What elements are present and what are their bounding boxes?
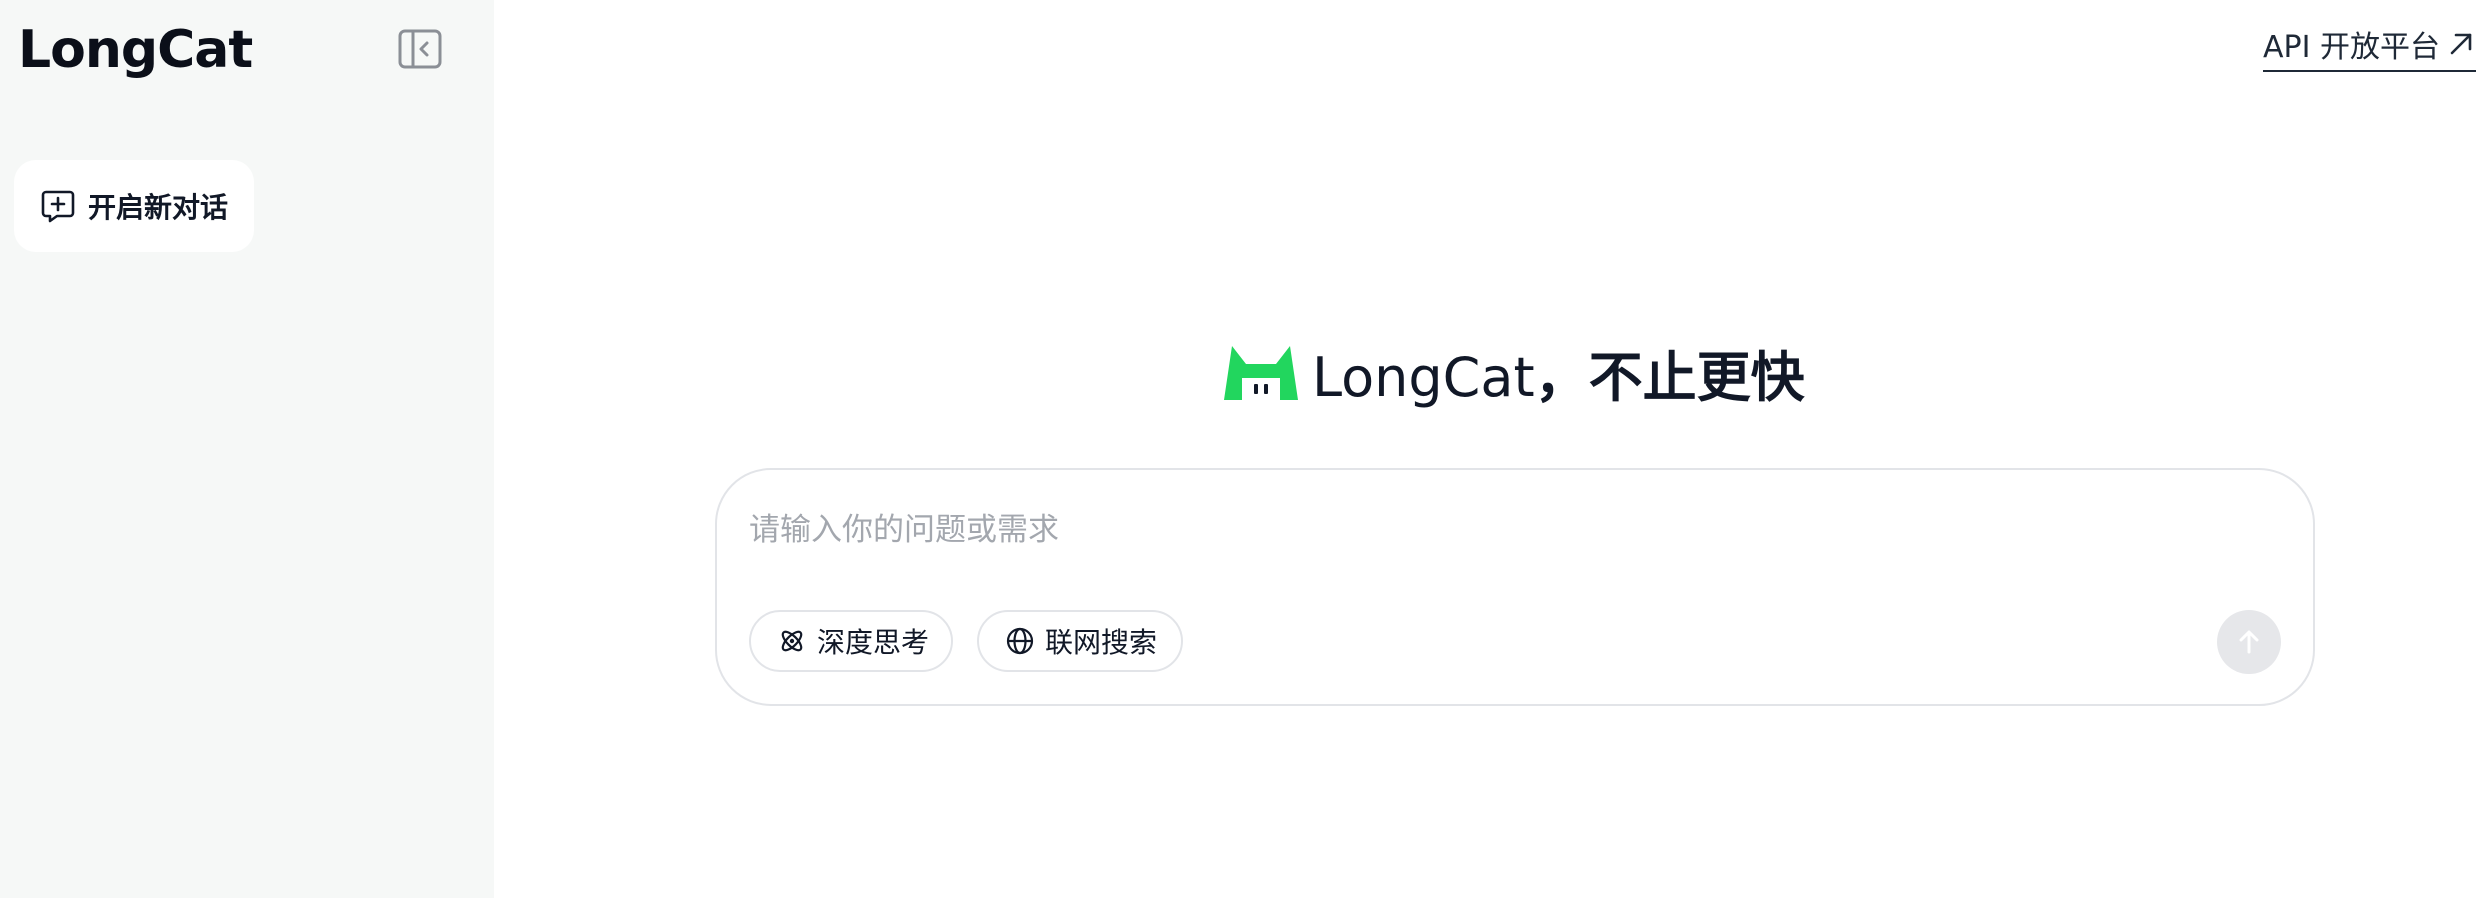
chat-plus-icon: [40, 188, 76, 224]
sidebar-collapse-button[interactable]: [396, 28, 444, 72]
web-search-toggle[interactable]: 联网搜索: [977, 610, 1183, 672]
prompt-input[interactable]: [749, 504, 2149, 564]
hero-title: LongCat，不止更快: [1312, 333, 1805, 412]
sidebar-brand: LongCat: [18, 20, 253, 80]
sidebar: LongCat 开启新对话: [0, 0, 494, 898]
chat-composer: 深度思考 联网搜索: [715, 468, 2315, 706]
arrow-up-icon: [2239, 630, 2259, 654]
sidebar-collapse-icon: [398, 29, 442, 69]
globe-icon: [1005, 626, 1035, 656]
longcat-logo-icon: [1224, 346, 1298, 400]
atom-icon: [777, 626, 807, 656]
app-root: LongCat 开启新对话 API 开放平台 LongCat，不止更快 请输入你…: [0, 0, 2490, 898]
hero-slogan: ，不止更快: [1534, 345, 1805, 409]
deep-thinking-toggle[interactable]: 深度思考: [749, 610, 953, 672]
new-chat-label: 开启新对话: [88, 191, 229, 224]
api-platform-link[interactable]: API 开放平台: [2263, 22, 2476, 72]
arrow-up-right-icon: [2446, 29, 2476, 59]
hero-heading: LongCat，不止更快: [1222, 336, 1805, 409]
hero-brand-text: LongCat: [1312, 345, 1535, 409]
web-search-label: 联网搜索: [1045, 626, 1158, 659]
send-button[interactable]: [2217, 610, 2281, 674]
new-chat-button[interactable]: 开启新对话: [14, 160, 254, 252]
api-platform-label: API 开放平台: [2263, 30, 2440, 65]
deep-thinking-label: 深度思考: [817, 626, 930, 659]
